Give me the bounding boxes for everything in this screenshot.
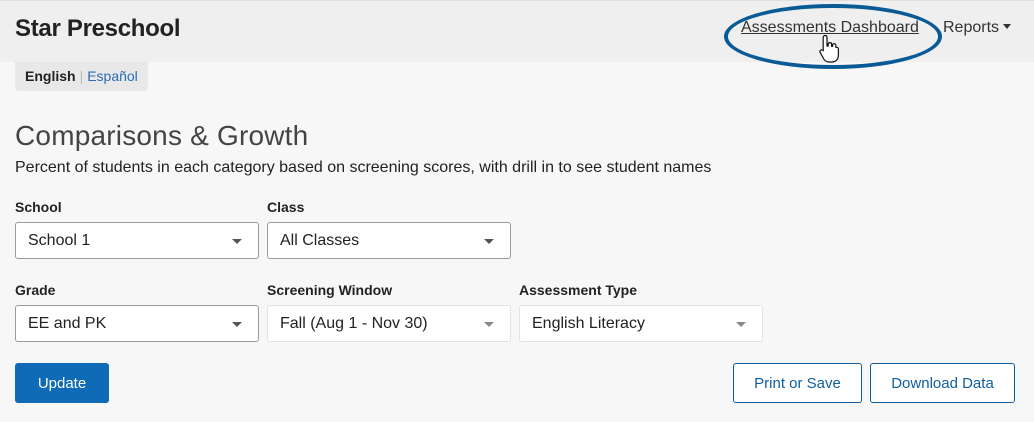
reports-label: Reports [943, 19, 1000, 36]
reports-dropdown[interactable]: Reports [943, 19, 1012, 37]
chevron-down-icon [736, 322, 746, 327]
grade-select-value: EE and PK [28, 315, 107, 332]
screening-window-label: Screening Window [267, 282, 393, 298]
chevron-down-icon [232, 322, 242, 327]
page-subtitle: Percent of students in each category bas… [15, 159, 712, 176]
assessment-type-label: Assessment Type [519, 282, 638, 298]
chevron-down-icon [484, 239, 494, 244]
class-select-value: All Classes [280, 232, 360, 249]
chevron-down-icon [232, 239, 242, 244]
download-data-button[interactable]: Download Data [870, 363, 1015, 403]
school-select[interactable]: School 1 [15, 222, 259, 259]
assessments-dashboard-link[interactable]: Assessments Dashboard [741, 19, 919, 37]
school-select-value: School 1 [28, 232, 91, 249]
assessment-type-select[interactable]: English Literacy [519, 305, 763, 342]
app-title: Star Preschool [15, 15, 181, 42]
top-navigation-bar: Star Preschool Assessments Dashboard Rep… [0, 0, 1034, 62]
screening-window-select[interactable]: Fall (Aug 1 - Nov 30) [267, 305, 511, 342]
language-spanish-link[interactable]: Español [87, 68, 138, 84]
screening-window-select-value: Fall (Aug 1 - Nov 30) [280, 315, 428, 332]
page-title: Comparisons & Growth [15, 120, 309, 151]
class-label: Class [267, 199, 305, 215]
class-select[interactable]: All Classes [267, 222, 511, 259]
language-switcher: English | Español [15, 62, 148, 91]
school-label: School [15, 199, 62, 215]
caret-down-icon [1003, 24, 1012, 29]
language-english[interactable]: English [25, 68, 76, 84]
grade-select[interactable]: EE and PK [15, 305, 259, 342]
print-or-save-button[interactable]: Print or Save [733, 363, 862, 403]
update-button[interactable]: Update [15, 363, 109, 403]
language-separator: | [79, 68, 84, 84]
chevron-down-icon [484, 322, 494, 327]
grade-label: Grade [15, 282, 56, 298]
assessment-type-select-value: English Literacy [532, 315, 645, 332]
